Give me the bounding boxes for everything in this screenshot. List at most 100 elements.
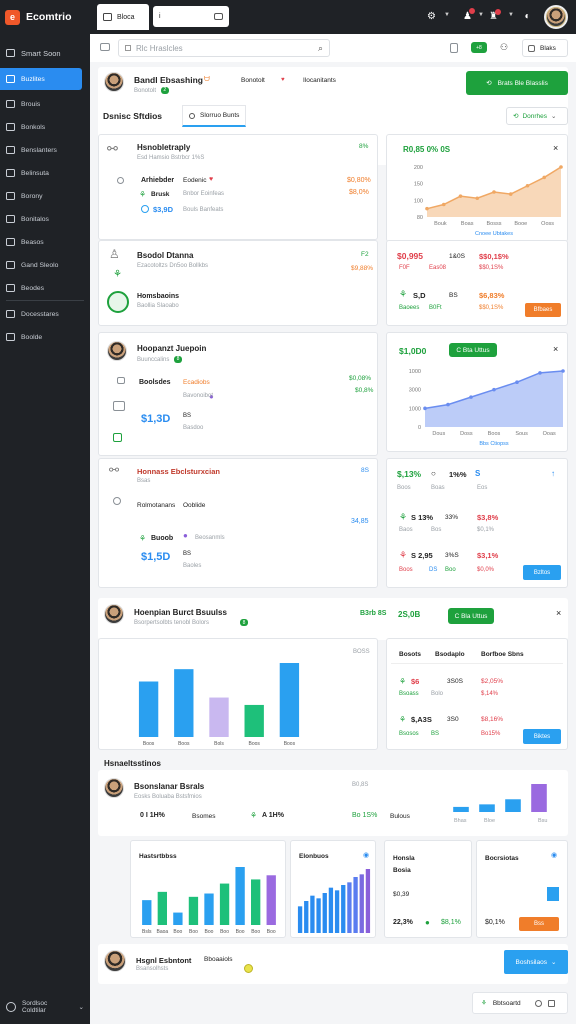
sidebar-item-11[interactable]: Boolde xyxy=(0,326,90,348)
action-button[interactable]: Bfbaes xyxy=(525,303,561,317)
action-button[interactable]: Bzltos xyxy=(523,565,561,580)
leaf-icon: ⚘ xyxy=(113,269,122,280)
stat-label: $$0,1S% xyxy=(479,265,504,271)
search-icon[interactable]: ⌕ xyxy=(318,43,323,54)
panel-value: $0,08% xyxy=(349,375,372,382)
table-cell: $2,05% xyxy=(481,678,504,685)
search-icon xyxy=(189,112,195,119)
window-icon[interactable] xyxy=(547,999,555,1007)
panel-value-2: $9,88% xyxy=(351,265,374,272)
sidebar-item-5[interactable]: Borony xyxy=(0,185,90,207)
action-button[interactable]: Bss xyxy=(519,917,559,931)
sidebar-item-2[interactable]: Bonkols xyxy=(0,116,90,138)
y-tick-label: 1000 xyxy=(409,369,421,375)
section-price: B0,8S xyxy=(352,782,369,788)
stat-value: S 13% xyxy=(411,513,434,522)
stat-value: $,13% xyxy=(397,469,422,479)
stat-label: Bos xyxy=(431,527,442,533)
search-input[interactable]: Rlc Hraslcles ⌕ xyxy=(118,39,330,57)
x-tick-label: Ooss xyxy=(541,221,554,227)
status-badge[interactable]: +8 xyxy=(471,42,487,53)
section-subtitle: Bsorpertsolbts tenobl Bolors xyxy=(134,620,210,626)
avatar[interactable] xyxy=(104,604,124,624)
clock-icon[interactable] xyxy=(534,999,542,1007)
leaf-icon: ⚘ xyxy=(399,550,408,560)
bar-card-a: Hastsrtbbss Bsls Baoa Boo Boo Boo Boo Boo Boo Bo… xyxy=(130,840,286,938)
chevron-down-icon[interactable]: ▼ xyxy=(444,12,450,18)
stat-label: F0F xyxy=(399,265,410,271)
user-icon: ♙ xyxy=(109,247,120,261)
filter-dropdown[interactable]: ⟲ Donrhes ⌄ xyxy=(506,107,568,125)
bar xyxy=(453,806,469,812)
bar xyxy=(328,887,334,933)
sidebar-item-8[interactable]: Gand Sleolo xyxy=(0,254,90,276)
filter-icon xyxy=(125,45,131,51)
close-icon[interactable]: × xyxy=(553,143,558,153)
panel-badge: 8 xyxy=(174,356,183,363)
chart-button[interactable]: C Bta Uttus xyxy=(449,343,497,357)
x-tick-label: Baoa xyxy=(156,929,168,935)
sidebar-item-7[interactable]: Beasos xyxy=(0,231,90,253)
data-point xyxy=(508,192,513,196)
menu-icon[interactable] xyxy=(100,43,110,51)
action-button[interactable]: Biktes xyxy=(523,729,561,744)
avatar[interactable] xyxy=(104,778,124,798)
user-icon[interactable]: ◐ xyxy=(522,11,533,22)
nav-icon xyxy=(6,169,15,177)
row-col: Eodenic xyxy=(183,177,207,184)
stats-card-2: $,13% ○ 1%% S ↑ Boos Boas Eos ⚘ S 13% 33… xyxy=(386,458,568,588)
tab-slorruo[interactable]: Slorruo Bunts xyxy=(182,105,246,127)
bar xyxy=(334,890,340,933)
footer-action-button[interactable]: Boshsilaos ⌄ xyxy=(504,950,568,974)
sidebar-item-label: Docesstares xyxy=(21,310,59,318)
avatar[interactable] xyxy=(107,341,127,361)
sidebar-item-6[interactable]: Bonitalos xyxy=(0,208,90,230)
close-icon[interactable]: × xyxy=(556,608,561,618)
sidebar-item-3[interactable]: Benslanters xyxy=(0,139,90,161)
sidebar-item-9[interactable]: Beodes xyxy=(0,277,90,299)
sidebar-item-10[interactable]: Docesstares xyxy=(0,303,90,325)
row-label: Rolmotanans xyxy=(137,502,176,509)
close-icon[interactable]: × xyxy=(553,344,558,354)
bottom-right-label[interactable]: Bbtsoartd xyxy=(493,1000,521,1007)
filter-dropdown-label: Donrhes xyxy=(522,112,548,120)
info-icon[interactable]: ◉ xyxy=(551,851,557,859)
blaks-button[interactable]: Blaks xyxy=(522,39,568,57)
sidebar-footer[interactable]: Sordlsoc Coldtilar ⌄ xyxy=(6,1000,84,1014)
gear-icon[interactable]: ⚙ xyxy=(426,11,437,22)
tab-secondary[interactable]: i xyxy=(153,6,229,27)
sidebar-item-1[interactable]: Brouis xyxy=(0,93,90,115)
bar xyxy=(347,882,352,933)
sidebar-item-4[interactable]: Belinsuta xyxy=(0,162,90,184)
table-cell: Bolo xyxy=(431,691,444,697)
stat-value: $3,1% xyxy=(477,551,499,560)
footer-action-label: Boshsilaos xyxy=(515,958,547,966)
y-tick-label: 150 xyxy=(414,182,423,188)
x-tick-label: Doss xyxy=(460,431,473,437)
chevron-down-icon[interactable]: ▼ xyxy=(478,12,484,18)
tab-main[interactable]: Bloca xyxy=(97,4,149,30)
leaf-icon: ⚘ xyxy=(399,677,407,686)
user-search-icon[interactable]: ⚇ xyxy=(500,42,508,53)
brand[interactable]: e Ecomtrio xyxy=(0,0,90,34)
row-col: Ecadiobs xyxy=(183,379,210,386)
nav-icon xyxy=(6,238,15,246)
sidebar-section: Smart Soon xyxy=(0,44,67,62)
sidebar-item-0[interactable]: Buzlites xyxy=(0,68,82,90)
card-title: Elonbuos xyxy=(299,853,329,860)
table-cell: $6 xyxy=(411,677,420,686)
avatar[interactable] xyxy=(104,72,124,92)
avatar[interactable] xyxy=(104,950,126,972)
table-cell: 3S0 xyxy=(447,716,459,723)
stat-value: 1%% xyxy=(449,470,467,479)
primary-action-button[interactable]: ⟲ Brats Ble Blasslis xyxy=(466,71,568,95)
arrow-up-icon[interactable]: ↑ xyxy=(551,469,555,478)
info-icon[interactable]: ◉ xyxy=(363,851,369,859)
section-button[interactable]: C Bla Uttus xyxy=(448,608,494,624)
chevron-down-icon[interactable]: ▼ xyxy=(508,12,514,18)
data-point xyxy=(559,165,563,169)
document-icon[interactable] xyxy=(450,43,458,53)
x-tick-label: Boos xyxy=(178,741,190,747)
card-value: 22,3% xyxy=(393,919,413,926)
avatar[interactable] xyxy=(544,5,568,29)
